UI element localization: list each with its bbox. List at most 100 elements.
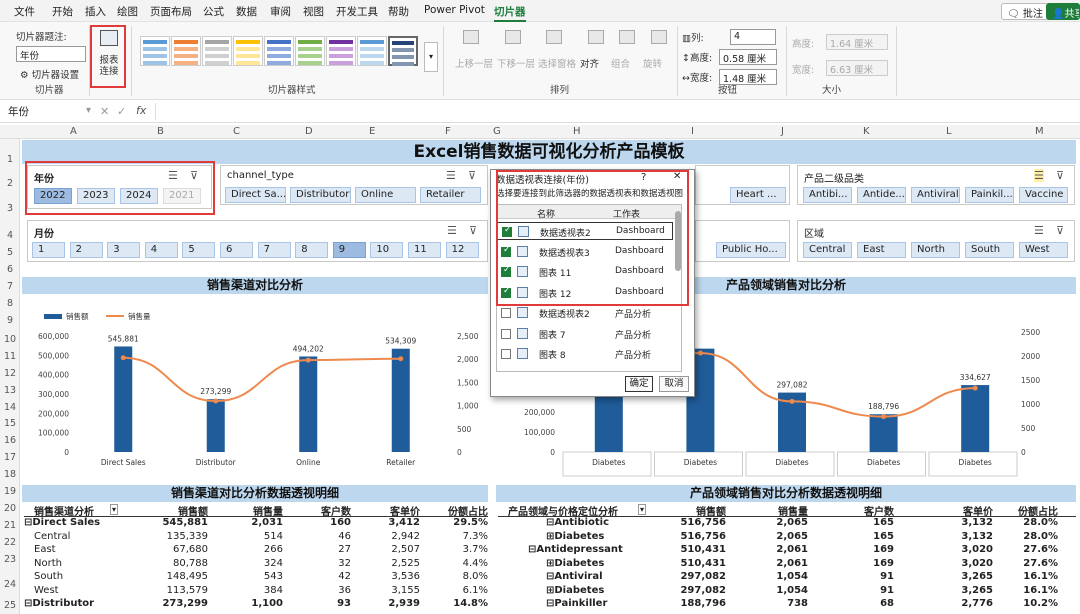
table-row[interactable]: ⊟Painkiller 188,796 738 68 2,776 10.2% <box>498 598 1076 612</box>
tab-12[interactable]: 切片器 <box>494 4 526 22</box>
slicer-style-7[interactable] <box>357 36 387 66</box>
clear-filter-icon[interactable]: ⊽ <box>468 169 476 182</box>
pivot-table-channel[interactable]: 销售渠道分析 销售额 销售量 客户数 客单价 份额占比 ▾ ⊟Direct Sales 545,… <box>24 503 488 614</box>
report-connections-button[interactable]: 报表 连接 <box>90 25 126 88</box>
column-header-D[interactable]: D <box>305 126 313 137</box>
row-header-5[interactable]: 5 <box>0 247 20 258</box>
row-header-25[interactable]: 25 <box>0 600 20 611</box>
table-row[interactable]: ⊞Diabetes 516,756 2,065 165 3,132 28.0% <box>498 531 1076 545</box>
row-header-3[interactable]: 3 <box>0 203 20 214</box>
slicer-month[interactable]: 月份 ☰ ⊽ 1 2 3 4 5 6 7 8 9 10 11 12 <box>27 220 488 262</box>
multi-select-icon[interactable]: ☰ <box>447 224 457 237</box>
row-header-8[interactable]: 8 <box>0 298 20 309</box>
slicer-item-regionItems-3[interactable]: South <box>965 242 1014 258</box>
tab-6[interactable]: 数据 <box>236 4 257 19</box>
column-header-F[interactable]: F <box>445 126 451 137</box>
column-header-J[interactable]: J <box>781 126 784 137</box>
column-header-A[interactable]: A <box>70 126 77 137</box>
share-button[interactable]: 👤共享 <box>1046 3 1080 20</box>
column-header-4[interactable]: 客单价 <box>963 503 993 518</box>
column-header-M[interactable]: M <box>1035 126 1044 137</box>
slicer-item-monthItems-3[interactable]: 4 <box>144 242 178 258</box>
table-row[interactable]: ⊟Antidepressant 510,431 2,061 169 3,020 27.6% <box>498 544 1076 558</box>
table-row[interactable]: West 113,579 384 36 3,155 6.1% <box>24 585 488 599</box>
slicer-style-1[interactable] <box>171 36 201 66</box>
filter-dropdown-icon[interactable]: ▾ <box>110 504 119 515</box>
slicer-item-chanItems-0[interactable]: Direct Sa... <box>225 187 286 203</box>
row-header-6[interactable]: 6 <box>0 264 20 275</box>
slicer-item-monthItems-10[interactable]: 11 <box>408 242 441 258</box>
row-header-2[interactable]: 2 <box>0 178 20 189</box>
tab-7[interactable]: 审阅 <box>270 4 291 19</box>
slicer-item-regionItems-1[interactable]: East <box>857 242 906 258</box>
clear-filter-icon[interactable]: ⊽ <box>469 224 477 237</box>
slicer-item-monthItems-0[interactable]: 1 <box>32 242 65 258</box>
slicer-channel-type[interactable]: channel_type ☰ ⊽ Direct Sa... Distributor… <box>220 165 488 205</box>
slicer-item-chanItems-2[interactable]: Online <box>355 187 416 203</box>
row-header-7[interactable]: 7 <box>0 281 20 292</box>
name-box-dropdown-icon[interactable]: ▾ <box>86 105 91 116</box>
slicer-partial-2[interactable]: Public Ho... <box>695 220 790 262</box>
cancel-button[interactable]: 取消 <box>659 376 689 392</box>
connection-checkbox[interactable] <box>501 349 511 359</box>
slicer-style-8[interactable] <box>388 36 418 66</box>
slicer-style-4[interactable] <box>264 36 294 66</box>
column-header-B[interactable]: B <box>157 126 164 137</box>
row-header-24[interactable]: 24 <box>0 579 20 590</box>
row-header-9[interactable]: 9 <box>0 315 20 326</box>
slicer-item-monthItems-4[interactable]: 5 <box>182 242 216 258</box>
tab-4[interactable]: 页面布局 <box>150 4 192 19</box>
comment-button[interactable]: 🗨 批注 <box>1001 3 1049 20</box>
row-header-21[interactable]: 21 <box>0 520 20 531</box>
slicer-item-monthItems-2[interactable]: 3 <box>107 242 141 258</box>
row-header-12[interactable]: 12 <box>0 368 20 379</box>
slicer-style-5[interactable] <box>295 36 325 66</box>
slicer-item-subItems-2[interactable]: Antiviral <box>911 187 960 203</box>
clear-filter-icon[interactable]: ⊽ <box>1056 169 1064 182</box>
row-header-14[interactable]: 14 <box>0 402 20 413</box>
tab-8[interactable]: 视图 <box>303 4 324 19</box>
tab-5[interactable]: 公式 <box>203 4 224 19</box>
slicer-style-6[interactable] <box>326 36 356 66</box>
slicer-item-monthItems-5[interactable]: 6 <box>220 242 253 258</box>
column-header-1[interactable]: 销售额 <box>178 503 208 518</box>
table-row[interactable]: ⊟Direct Sales 545,881 2,031 160 3,412 29.5% <box>24 517 488 531</box>
arrange-button-1[interactable]: 下移一层 <box>497 56 535 70</box>
column-header-0[interactable]: 产品领域与价格定位分析 <box>508 503 618 518</box>
tab-9[interactable]: 开发工具 <box>336 4 378 19</box>
size-height-input[interactable]: 1.64 厘米 <box>826 34 888 50</box>
chart-sales-channel[interactable]: 销售额 销售量 600,000 500,000 400,000 300,000 200,00… <box>22 296 488 478</box>
arrange-button-2[interactable]: 选择窗格 <box>538 56 576 70</box>
slicer-item-regionItems-0[interactable]: Central <box>803 242 852 258</box>
column-header-3[interactable]: 客户数 <box>864 503 894 518</box>
slicer-item-chanItems-1[interactable]: Distributor <box>290 187 351 203</box>
column-header-5[interactable]: 份额占比 <box>448 503 488 518</box>
table-row[interactable]: ⊞Diabetes 297,082 1,054 91 3,265 16.1% <box>498 585 1076 599</box>
slicer-item-monthItems-9[interactable]: 10 <box>370 242 404 258</box>
slicer-item-regionItems-2[interactable]: North <box>911 242 960 258</box>
slicer-settings-button[interactable]: ⚙ 切片器设置 <box>20 67 79 81</box>
table-row[interactable]: ⊟Antiviral 297,082 1,054 91 3,265 16.1% <box>498 571 1076 585</box>
gallery-more-icon[interactable]: ▾ <box>424 42 438 72</box>
row-header-23[interactable]: 23 <box>0 554 20 565</box>
tab-0[interactable]: 文件 <box>14 4 35 19</box>
table-row[interactable]: South 148,495 543 42 3,536 8.0% <box>24 571 488 585</box>
row-header-20[interactable]: 20 <box>0 503 20 514</box>
column-header-4[interactable]: 客单价 <box>390 503 420 518</box>
row-header-10[interactable]: 10 <box>0 334 20 345</box>
multi-select-icon[interactable]: ☰ <box>1034 224 1044 237</box>
column-header-0[interactable]: 销售渠道分析 <box>34 503 94 518</box>
arrange-button-0[interactable]: 上移一层 <box>455 56 493 70</box>
slicer-style-2[interactable] <box>202 36 232 66</box>
row-header-16[interactable]: 16 <box>0 435 20 446</box>
column-header-G[interactable]: G <box>493 126 501 137</box>
slicer-partial-1[interactable]: Heart ... <box>695 165 790 205</box>
cancel-icon[interactable]: ✕ <box>100 105 109 118</box>
columns-input[interactable]: 4 <box>730 29 776 45</box>
column-header-E[interactable]: E <box>369 126 375 137</box>
clear-filter-icon[interactable]: ⊽ <box>1056 224 1064 237</box>
column-header-3[interactable]: 客户数 <box>321 503 351 518</box>
table-row[interactable]: ⊞Diabetes 510,431 2,061 169 3,020 27.6% <box>498 558 1076 572</box>
tab-2[interactable]: 插入 <box>85 4 106 19</box>
tab-11[interactable]: Power Pivot <box>424 4 485 16</box>
